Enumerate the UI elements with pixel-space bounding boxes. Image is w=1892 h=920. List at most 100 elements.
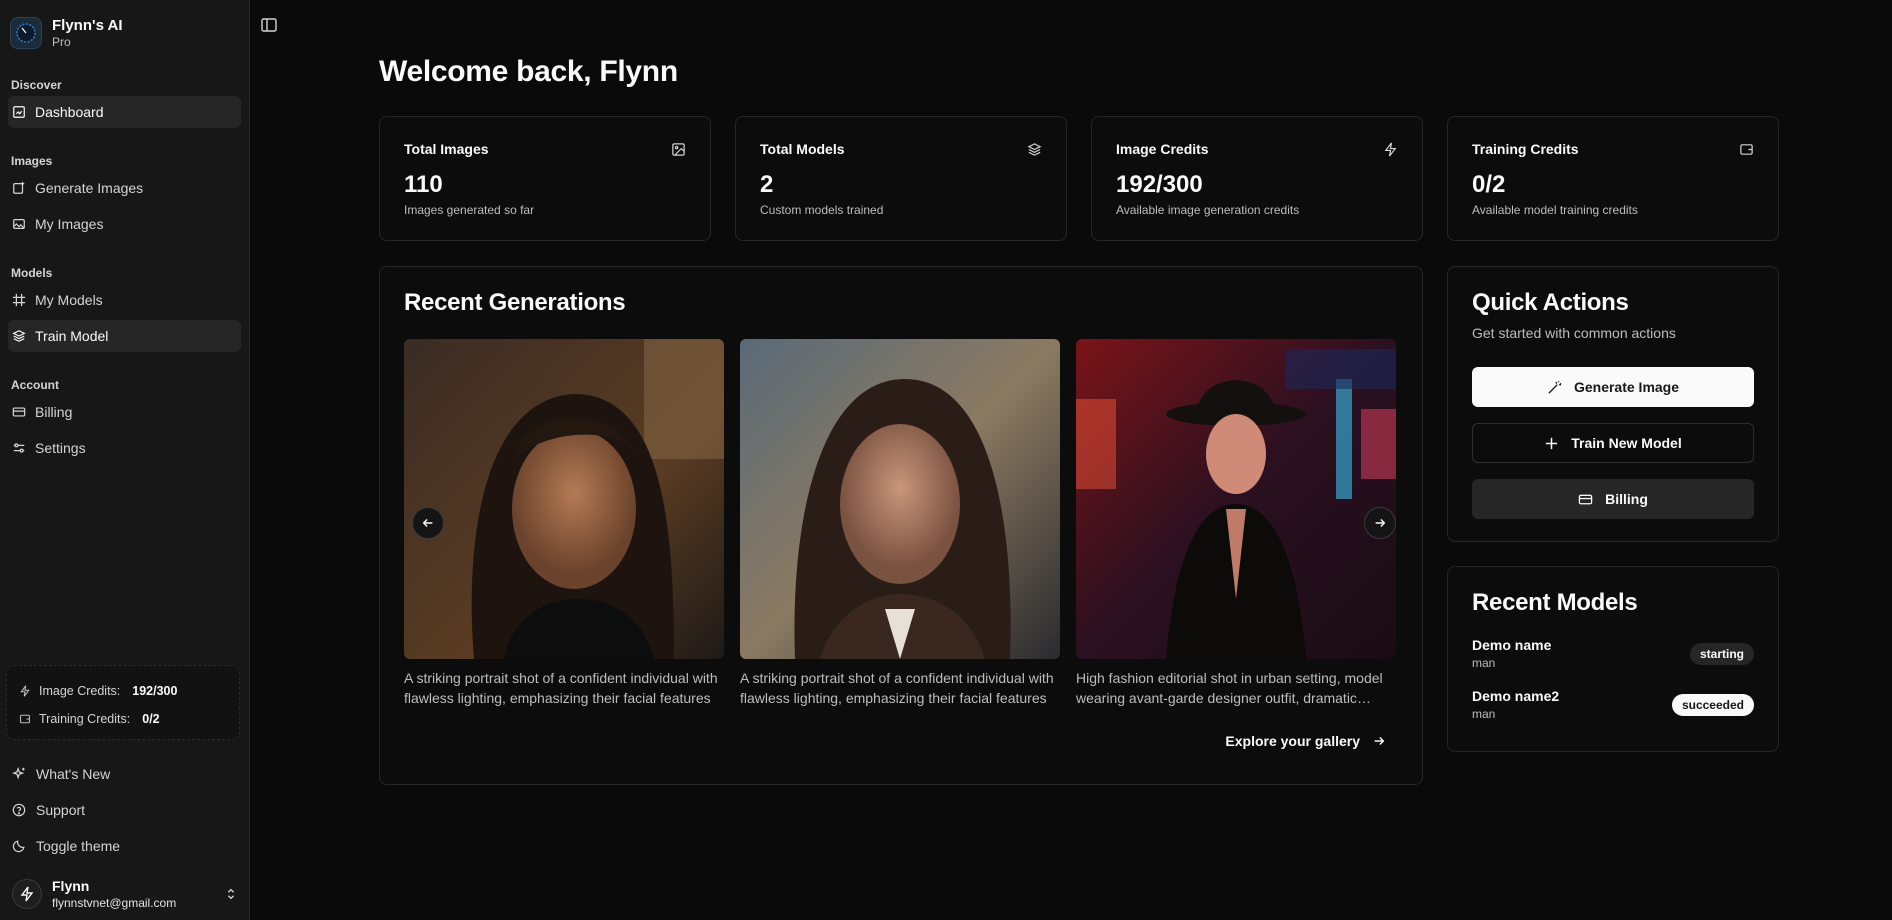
stat-card-training-credits: Training Credits 0/2 Available model tra… xyxy=(1447,116,1779,241)
stat-label: Total Models xyxy=(760,141,845,157)
recent-generations-card: Recent Generations A striking portrait s… xyxy=(379,266,1423,785)
sidebar-item-label: My Models xyxy=(35,292,103,308)
group-label-images: Images xyxy=(11,154,53,168)
moon-icon xyxy=(12,840,25,853)
carousel-next-button[interactable] xyxy=(1364,507,1396,539)
sidebar: Flynn's AI Pro Discover Dashboard Images… xyxy=(0,0,250,920)
frame-icon xyxy=(12,293,26,307)
recent-generations-title: Recent Generations xyxy=(404,289,626,316)
stat-value: 0/2 xyxy=(1472,171,1506,198)
model-name: Demo name xyxy=(1472,637,1552,653)
stat-value: 2 xyxy=(760,171,774,198)
sidebar-item-label: Settings xyxy=(35,440,86,456)
stat-value: 110 xyxy=(404,171,443,198)
plus-icon xyxy=(1546,437,1558,449)
sidebar-item-billing[interactable]: Billing xyxy=(8,396,241,428)
arrow-left-icon xyxy=(422,519,433,527)
page-title: Welcome back, Flynn xyxy=(379,55,678,88)
brand-logo xyxy=(10,17,42,49)
generation-item[interactable]: A striking portrait shot of a confident … xyxy=(740,339,1060,708)
generate-image-label: Generate Image xyxy=(1573,379,1680,395)
credit-card-icon xyxy=(12,407,26,417)
sidebar-item-my-images[interactable]: My Images xyxy=(8,208,241,240)
user-menu[interactable]: Flynn flynnstvnet@gmail.com xyxy=(8,874,242,914)
group-label-discover: Discover xyxy=(11,78,62,92)
image-credits-value: 192/300 xyxy=(132,684,178,698)
group-label-account: Account xyxy=(11,378,59,392)
image-credits-row: Image Credits: 192/300 xyxy=(19,680,227,702)
sidebar-item-label: My Images xyxy=(35,216,104,232)
stat-desc: Available image generation credits xyxy=(1116,203,1300,217)
generation-item[interactable]: A striking portrait shot of a confident … xyxy=(404,339,724,708)
main-content: Welcome back, Flynn Total Images 110 Ima… xyxy=(250,0,1892,920)
model-type: man xyxy=(1472,656,1496,670)
generation-caption: A striking portrait shot of a confident … xyxy=(740,670,1054,706)
generation-image[interactable] xyxy=(1076,339,1396,659)
stat-desc: Available model training credits xyxy=(1472,203,1638,217)
sparkles-icon xyxy=(12,767,25,780)
training-credits-label: Training Credits: xyxy=(39,712,131,726)
stat-value: 192/300 xyxy=(1116,171,1203,198)
sidebar-item-label: Billing xyxy=(35,404,73,420)
sidebar-item-train-model[interactable]: Train Model xyxy=(8,320,241,352)
dashboard-icon xyxy=(13,106,25,118)
sidebar-item-settings[interactable]: Settings xyxy=(8,432,241,464)
model-row[interactable]: Demo name man starting xyxy=(1472,637,1754,670)
status-badge: succeeded xyxy=(1671,693,1754,716)
quick-actions-subtitle: Get started with common actions xyxy=(1472,325,1676,341)
toggle-theme-button[interactable]: Toggle theme xyxy=(8,830,242,862)
wallet-icon xyxy=(1740,143,1753,155)
generation-image[interactable] xyxy=(740,339,1060,659)
sidebar-item-label: Train Model xyxy=(35,328,109,344)
user-name: Flynn xyxy=(52,878,90,894)
generation-caption: High fashion editorial shot in urban set… xyxy=(1076,670,1383,706)
carousel-prev-button[interactable] xyxy=(412,507,444,539)
layers-icon xyxy=(1027,142,1042,156)
generation-item[interactable]: High fashion editorial shot in urban set… xyxy=(1076,339,1396,708)
stat-label: Image Credits xyxy=(1116,141,1209,157)
zap-icon xyxy=(1384,142,1397,156)
recent-models-title: Recent Models xyxy=(1472,589,1638,616)
sidebar-item-support[interactable]: Support xyxy=(8,794,242,826)
recent-models-card: Recent Models Demo name man starting Dem… xyxy=(1447,566,1779,752)
brand-plan: Pro xyxy=(52,35,71,49)
user-email: flynnstvnet@gmail.com xyxy=(52,896,177,910)
billing-button[interactable]: Billing xyxy=(1472,479,1754,519)
quick-actions-title: Quick Actions xyxy=(1472,289,1629,316)
generation-image[interactable] xyxy=(404,339,724,659)
training-credits-row: Training Credits: 0/2 xyxy=(19,708,227,730)
image-credits-label: Image Credits: xyxy=(39,684,121,698)
nav-group-account: Account Billing Settings xyxy=(0,374,249,468)
quick-actions-card: Quick Actions Get started with common ac… xyxy=(1447,266,1779,542)
avatar xyxy=(12,879,42,909)
generation-caption: A striking portrait shot of a confident … xyxy=(404,670,718,706)
brand[interactable]: Flynn's AI Pro xyxy=(0,0,249,56)
group-label-models: Models xyxy=(11,266,53,280)
model-row[interactable]: Demo name2 man succeeded xyxy=(1472,688,1754,721)
image-icon xyxy=(672,142,685,156)
sidebar-item-my-models[interactable]: My Models xyxy=(8,284,241,316)
sidebar-item-label: What's New xyxy=(36,766,111,782)
explore-gallery-label: Explore your gallery xyxy=(1225,733,1360,749)
sidebar-item-dashboard[interactable]: Dashboard xyxy=(8,96,241,128)
model-name: Demo name2 xyxy=(1472,688,1560,704)
brand-name: Flynn's AI xyxy=(52,17,123,34)
chevrons-up-down-icon xyxy=(227,888,235,900)
sidebar-item-label: Support xyxy=(36,802,86,818)
billing-label: Billing xyxy=(1605,491,1648,507)
wand-icon xyxy=(1548,380,1562,394)
stat-card-total-images: Total Images 110 Images generated so far xyxy=(379,116,711,241)
sidebar-item-label: Toggle theme xyxy=(36,838,121,854)
sidebar-item-generate-images[interactable]: Generate Images xyxy=(8,172,241,204)
sidebar-toggle-icon[interactable] xyxy=(260,16,278,34)
explore-gallery-link[interactable]: Explore your gallery xyxy=(1225,733,1386,749)
nav-group-discover: Discover Dashboard xyxy=(0,74,249,132)
train-new-model-button[interactable]: Train New Model xyxy=(1472,423,1754,463)
generate-image-button[interactable]: Generate Image xyxy=(1472,367,1754,407)
training-credits-value: 0/2 xyxy=(142,712,160,726)
sliders-icon xyxy=(13,443,25,453)
app-root: Flynn's AI Pro Discover Dashboard Images… xyxy=(0,0,1892,920)
sidebar-item-whats-new[interactable]: What's New xyxy=(8,758,242,790)
help-circle-icon xyxy=(12,803,26,817)
bolt-icon xyxy=(20,886,34,902)
